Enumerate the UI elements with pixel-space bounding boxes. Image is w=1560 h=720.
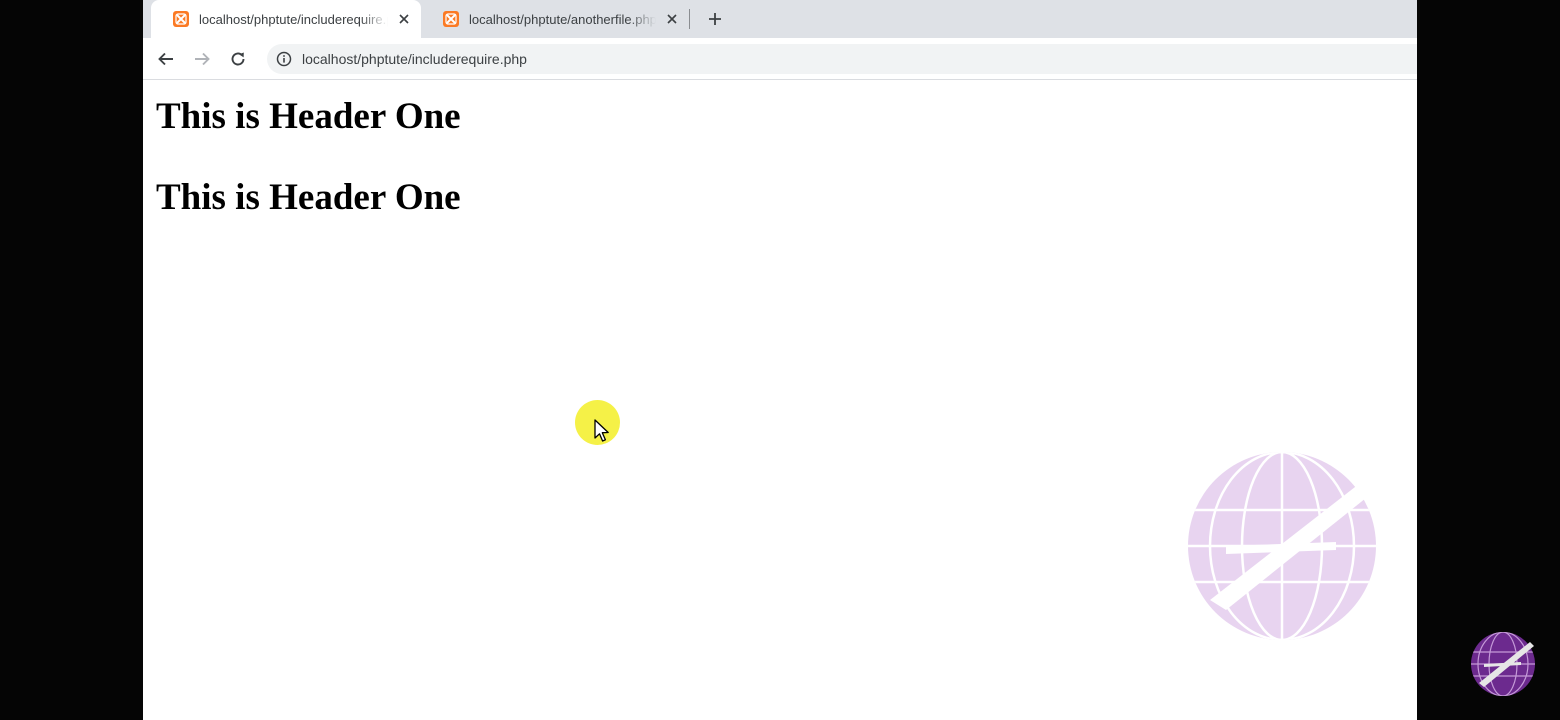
page-heading: This is Header One [156,177,461,218]
tab-includerequire[interactable]: localhost/phptute/includerequire.php [151,0,421,38]
mouse-pointer-icon [594,419,610,448]
tab-anotherfile[interactable]: localhost/phptute/anotherfile.php [421,0,689,38]
xampp-icon [443,11,459,27]
address-bar[interactable]: localhost/phptute/includerequire.php [267,44,1417,74]
xampp-icon [173,11,189,27]
tab-strip: localhost/phptute/includerequire.php loc… [143,0,1417,38]
globe-logo-icon [1186,450,1378,647]
arrow-left-icon[interactable] [154,47,178,71]
browser-toolbar: localhost/phptute/includerequire.php [143,38,1417,80]
arrow-right-icon[interactable] [190,47,214,71]
globe-logo-icon [1470,631,1536,702]
page-heading: This is Header One [156,96,461,137]
tab-title: localhost/phptute/includerequire.php [199,11,388,27]
address-bar-url: localhost/phptute/includerequire.php [302,51,527,67]
close-icon[interactable] [664,10,681,28]
close-icon[interactable] [396,10,413,28]
screen-background: localhost/phptute/includerequire.php loc… [0,0,1560,720]
reload-icon[interactable] [226,47,250,71]
tab-title: localhost/phptute/anotherfile.php [469,11,656,27]
info-icon[interactable] [275,50,293,68]
plus-icon[interactable] [703,7,727,31]
tab-divider [689,9,690,29]
